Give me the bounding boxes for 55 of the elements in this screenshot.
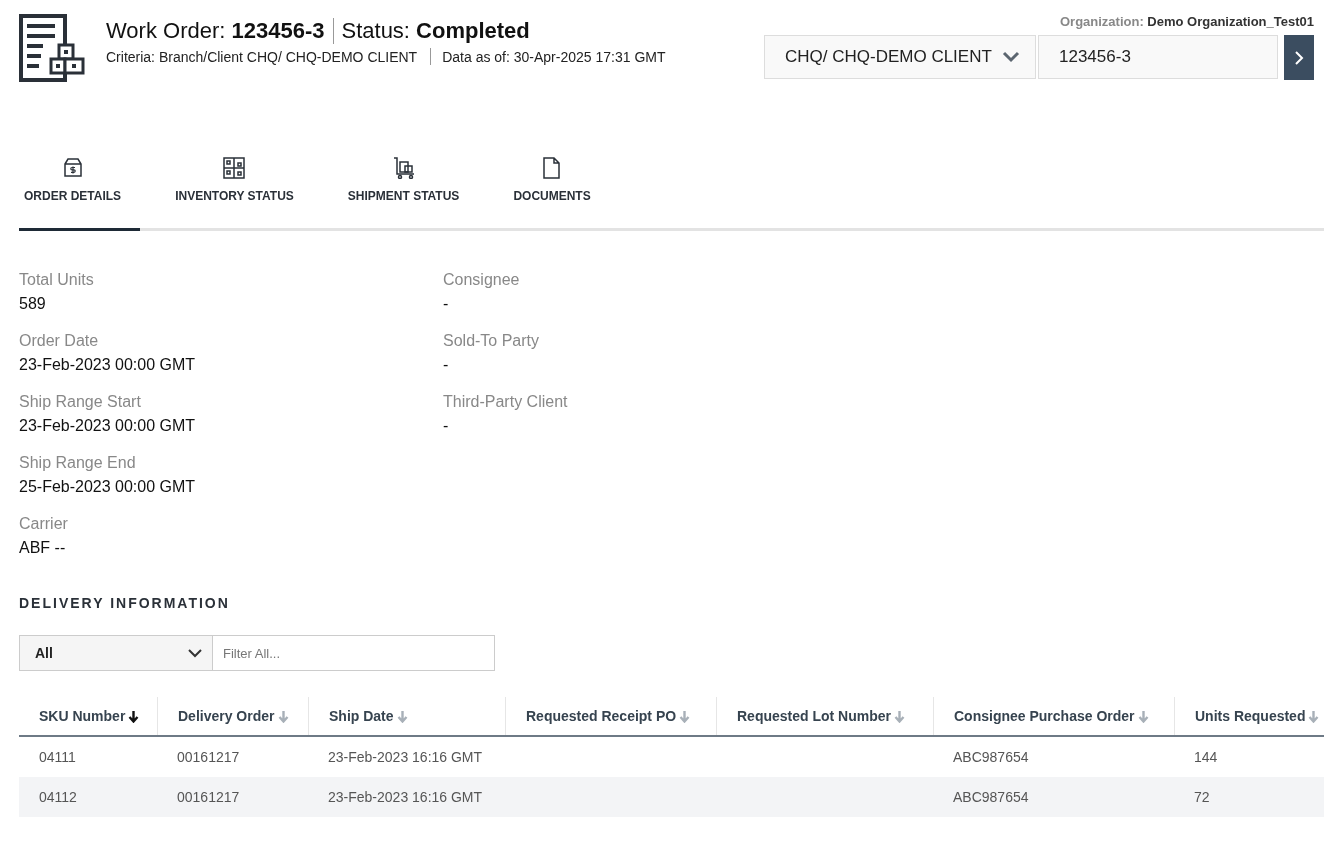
table-cell: 23-Feb-2023 16:16 GMT xyxy=(328,749,483,765)
column-header[interactable]: Requested Receipt PO xyxy=(505,697,716,735)
tab[interactable]: DOCUMENTS xyxy=(478,144,610,231)
field-label: Ship Range Start xyxy=(19,393,142,411)
chevron-down-icon xyxy=(188,648,202,658)
status-text: Status: Completed xyxy=(341,18,530,44)
field-value: 589 xyxy=(19,295,47,313)
field-value: 25-Feb-2023 00:00 GMT xyxy=(19,478,197,496)
package-icon xyxy=(61,157,84,179)
column-header[interactable]: Units Requested xyxy=(1174,697,1324,735)
field-label: Consignee xyxy=(443,271,521,289)
table-cell: 00161217 xyxy=(177,749,240,765)
field-value: - xyxy=(443,295,450,313)
grid-icon xyxy=(223,157,246,179)
chevron-right-icon xyxy=(1294,50,1304,65)
field-value: 23-Feb-2023 00:00 GMT xyxy=(19,417,197,435)
criteria-text: Criteria: Branch/Client CHQ/ CHQ-DEMO CLIENT xyxy=(106,48,418,65)
organization-text: Organization: Demo Organization_Test01 xyxy=(1059,14,1314,29)
table-cell: 23-Feb-2023 16:16 GMT xyxy=(328,789,483,805)
column-header[interactable]: Delivery Order xyxy=(157,697,308,735)
client-dropdown[interactable]: CHQ/ CHQ-DEMO CLIENT xyxy=(764,35,1036,79)
tab[interactable]: SHIPMENT STATUS xyxy=(312,144,479,231)
table-cell: 04111 xyxy=(39,749,76,765)
tab[interactable]: ORDER DETAILS xyxy=(19,144,141,231)
table-cell: 00161217 xyxy=(177,789,240,805)
column-header[interactable]: SKU Number xyxy=(19,697,157,735)
tab[interactable]: INVENTORY STATUS xyxy=(140,144,313,231)
column-header[interactable]: Ship Date xyxy=(308,697,505,735)
filter-dropdown[interactable]: All xyxy=(19,635,213,671)
column-header[interactable]: Consignee Purchase Order xyxy=(933,697,1174,735)
data-timestamp: Data as of: 30-Apr-2025 17:31 GMT xyxy=(442,48,666,65)
order-number-field[interactable]: 123456-3 xyxy=(1038,35,1278,79)
table-cell: 04112 xyxy=(39,789,77,805)
section-title: DELIVERY INFORMATION xyxy=(19,595,231,611)
field-label: Carrier xyxy=(19,515,69,533)
order-title: Work Order: 123456-3 xyxy=(106,18,325,44)
field-label: Ship Range End xyxy=(19,454,137,472)
field-value: - xyxy=(443,417,450,435)
field-label: Order Date xyxy=(19,332,100,350)
column-header[interactable]: Requested Lot Number xyxy=(716,697,933,735)
chevron-down-icon xyxy=(1001,51,1020,63)
table-cell: ABC987654 xyxy=(953,749,1029,765)
field-value: 23-Feb-2023 00:00 GMT xyxy=(19,356,197,374)
field-label: Third-Party Client xyxy=(443,393,569,411)
field-label: Total Units xyxy=(19,271,95,289)
field-value: ABF -- xyxy=(19,539,67,557)
filter-field[interactable]: Filter All... xyxy=(213,635,495,671)
work-order-icon xyxy=(19,14,86,82)
cart-icon xyxy=(392,157,415,179)
go-button[interactable] xyxy=(1284,35,1314,80)
table-cell: 72 xyxy=(1194,789,1210,805)
field-label: Sold-To Party xyxy=(443,332,541,350)
table-cell: 144 xyxy=(1194,749,1218,765)
field-value: - xyxy=(443,356,450,374)
table-cell: ABC987654 xyxy=(953,789,1029,805)
